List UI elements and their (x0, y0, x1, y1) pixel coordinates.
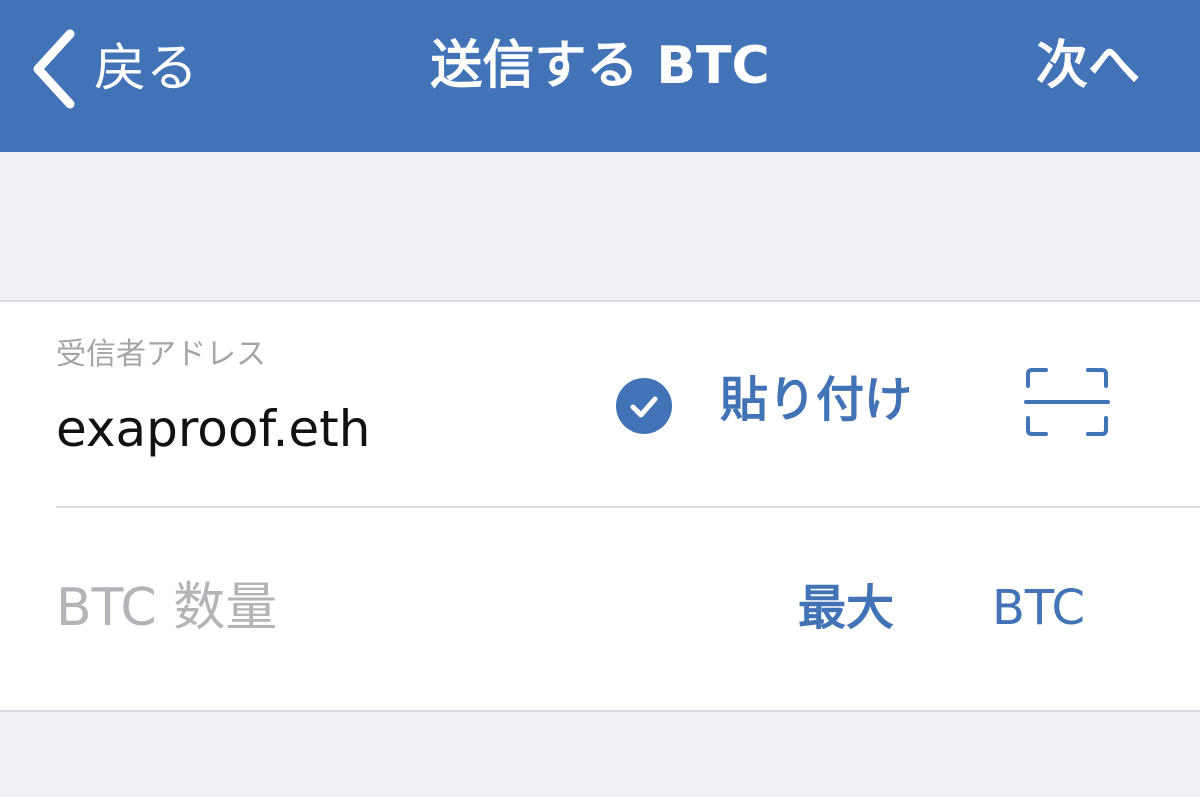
check-circle-icon (616, 378, 672, 434)
max-amount-button[interactable]: 最大 (798, 584, 894, 632)
next-button[interactable]: 次へ (1036, 40, 1140, 92)
btc-amount-input[interactable]: BTC 数量 (56, 582, 277, 634)
send-form-card: 受信者アドレス exaproof.eth 貼り付け BTC 数量 最大 BTC (0, 300, 1200, 712)
row-divider (56, 506, 1200, 508)
recipient-address-field[interactable]: exaproof.eth (56, 404, 370, 454)
qr-scan-icon[interactable] (1024, 366, 1110, 438)
paste-button[interactable]: 貼り付け (720, 376, 912, 424)
recipient-address-label: 受信者アドレス (56, 337, 266, 372)
page-title: 送信する BTC (430, 36, 770, 96)
currency-unit-button[interactable]: BTC (992, 584, 1085, 632)
navigation-bar: 戻る 送信する BTC 次へ (0, 0, 1200, 152)
